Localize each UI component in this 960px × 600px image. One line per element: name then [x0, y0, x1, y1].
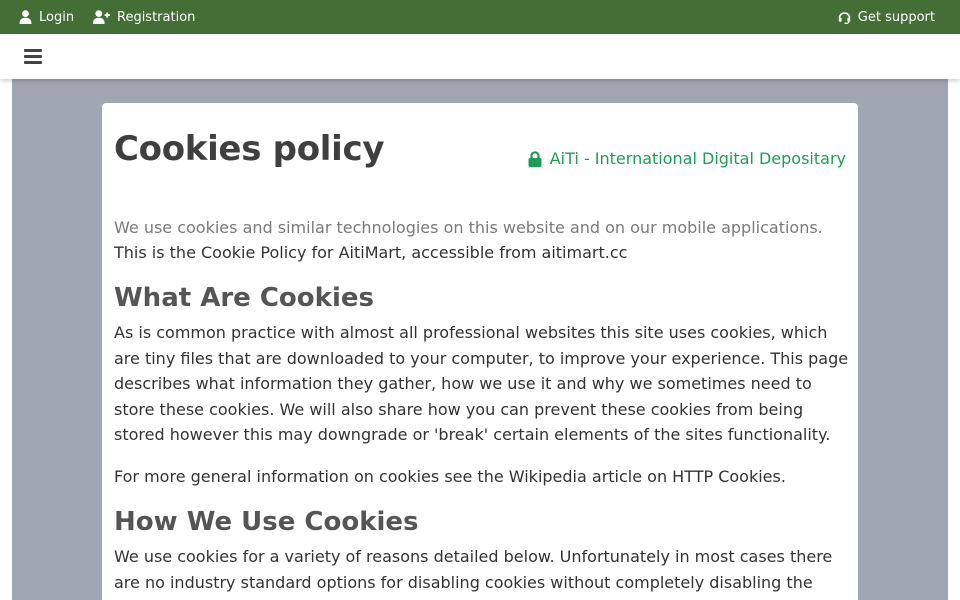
headset-icon	[838, 11, 851, 24]
lock-icon	[528, 150, 542, 167]
page-title: Cookies policy	[114, 129, 385, 169]
section-heading-what-are-cookies: What Are Cookies	[114, 283, 374, 313]
section-paragraph: For more general information on cookies …	[114, 466, 786, 486]
get-support-label: Get support	[857, 9, 935, 25]
section-paragraph: We use cookies for a variety of reasons …	[114, 547, 833, 592]
policy-content: We use cookies and similar technologies …	[114, 215, 850, 595]
get-support-link[interactable]: Get support	[838, 0, 935, 34]
brand-label[interactable]: AiTi - International Digital Depositary	[528, 149, 846, 168]
section-heading-how-we-use-cookies: How We Use Cookies	[114, 507, 419, 537]
section-paragraph: As is common practice with almost all pr…	[114, 323, 849, 444]
login-label: Login	[39, 9, 75, 25]
intro-text: This is the Cookie Policy for AitiMart, …	[114, 243, 628, 262]
intro-text-muted: We use cookies and similar technologies …	[114, 218, 823, 237]
registration-link[interactable]: Registration	[93, 0, 195, 34]
registration-label: Registration	[117, 9, 196, 25]
user-icon	[19, 10, 32, 24]
user-plus-icon	[93, 10, 110, 24]
top-bar: Login Registration Get support	[0, 0, 960, 34]
brand-text: AiTi - International Digital Depositary	[549, 149, 846, 168]
login-link[interactable]: Login	[19, 0, 74, 34]
hamburger-menu-icon[interactable]	[24, 49, 42, 64]
cookies-policy-card: Cookies policy AiTi - International Digi…	[102, 103, 858, 600]
nav-bar	[0, 34, 960, 79]
